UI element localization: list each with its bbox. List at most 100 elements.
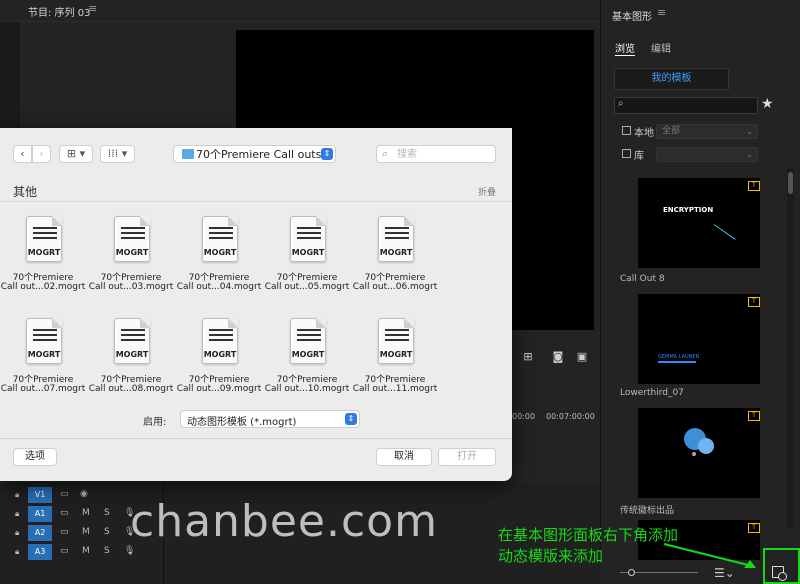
mogrt-file-item[interactable]: MOGRT 70个Premiere Call out...02.mogrt — [0, 216, 87, 308]
eye-icon[interactable]: ◉ — [80, 489, 88, 499]
folder-location-popup[interactable]: 70个Premiere Call outs... ⇕ — [173, 145, 336, 163]
lowerthird-bar — [658, 361, 696, 363]
export-frame-camera-icon[interactable]: ◙ — [551, 350, 565, 363]
list-lines — [297, 227, 321, 243]
group-view-button[interactable]: ⁞⁞⁞ ▾ — [100, 145, 135, 163]
mogrt-file-item[interactable]: MOGRT 70个Premiere Call out...03.mogrt — [87, 216, 175, 308]
sync-lock-icon[interactable]: ▭ — [60, 546, 69, 556]
chevron-down-icon: ⌄ — [746, 127, 753, 136]
file-name-line2: Call out...02.mogrt — [0, 282, 86, 292]
panel-menu-icon[interactable]: ≡ — [657, 6, 666, 19]
file-format-select[interactable]: 动态图形模板 (*.mogrt) ⇕ — [180, 410, 360, 428]
mogrt-file-item[interactable]: MOGRT 70个Premiere Call out...07.mogrt — [0, 318, 87, 410]
section-title: 其他 — [13, 185, 38, 199]
page-fold — [140, 216, 150, 226]
chevron-down-icon: ⌄ — [746, 150, 753, 159]
tab-browse[interactable]: 浏览 — [615, 40, 635, 55]
search-icon: ⌕ — [382, 147, 389, 160]
lock-icon[interactable]: 🔒︎ — [15, 528, 23, 537]
premiere-window: 节目: 序列 03 ≡ ⊞ ◙ ▣ 00:00 00:07:00:00 🔒︎ V… — [0, 0, 800, 584]
mute-button[interactable]: M — [82, 546, 90, 556]
icon-view-button[interactable]: ⊞ ▾ — [59, 145, 93, 163]
sync-lock-icon[interactable]: ▭ — [60, 508, 69, 518]
mogrt-file-icon: MOGRT — [202, 216, 238, 262]
track-name-a3[interactable]: A3 — [28, 544, 52, 560]
options-button[interactable]: 选项 — [13, 448, 57, 466]
dialog-divider — [0, 438, 512, 439]
template-thumbnail[interactable]: T — [638, 408, 760, 498]
compare-icon[interactable]: ▣ — [575, 350, 589, 363]
library-checkbox[interactable] — [622, 149, 631, 158]
mogrt-file-item[interactable]: MOGRT 70个Premiere Call out...11.mogrt — [351, 318, 439, 410]
track-name-v1[interactable]: V1 — [28, 487, 52, 503]
annotation-text: 在基本图形面板右下角添加 动态模版来添加 — [498, 525, 678, 567]
file-name-line2: Call out...03.mogrt — [88, 282, 174, 292]
timeline-ruler: 00:00 00:07:00:00 — [500, 408, 600, 422]
local-dropdown[interactable]: 全部 ⌄ — [656, 124, 758, 139]
doc-type-label: MOGRT — [115, 350, 149, 359]
page-fold — [228, 216, 238, 226]
page-fold — [228, 318, 238, 328]
list-lines — [297, 329, 321, 345]
logo-dot — [692, 452, 696, 456]
essential-graphics-panel: 基本图形 ≡ 浏览 编辑 我的模板 ⌕ ★ 本地 全部 ⌄ 库 ⌄ T ENCRY… — [600, 0, 800, 584]
template-thumbnail[interactable]: T ENCRYPTION — [638, 178, 760, 268]
monitor-controls: ⊞ ◙ ▣ — [515, 346, 600, 370]
panel-search-input[interactable]: ⌕ — [614, 97, 758, 114]
scrollbar-thumb[interactable] — [788, 172, 793, 194]
page-fold — [316, 216, 326, 226]
local-checkbox[interactable] — [622, 126, 631, 135]
mute-button[interactable]: M — [82, 527, 90, 537]
list-lines — [209, 227, 233, 243]
solo-button[interactable]: S — [104, 546, 110, 556]
file-name-line2: Call out...07.mogrt — [0, 384, 86, 394]
sync-lock-icon[interactable]: ▭ — [60, 527, 69, 537]
my-templates-button[interactable]: 我的模板 — [614, 68, 729, 90]
button-editor-icon[interactable]: ⊞ — [521, 350, 535, 363]
watermark: chanbee.com — [130, 496, 438, 547]
track-name-a1[interactable]: A1 — [28, 506, 52, 522]
tab-edit[interactable]: 编辑 — [651, 40, 671, 55]
mogrt-file-icon: MOGRT — [202, 318, 238, 364]
forward-button[interactable]: › — [32, 145, 51, 163]
star-icon[interactable]: ★ — [761, 96, 774, 112]
logo-circle — [698, 438, 714, 454]
program-menu-icon[interactable]: ≡ — [88, 2, 97, 15]
mogrt-file-item[interactable]: MOGRT 70个Premiere Call out...10.mogrt — [263, 318, 351, 410]
mogrt-file-item[interactable]: MOGRT 70个Premiere Call out...06.mogrt — [351, 216, 439, 308]
lock-icon[interactable]: 🔒︎ — [15, 547, 23, 556]
doc-type-label: MOGRT — [27, 248, 61, 257]
scrollbar-track[interactable] — [787, 168, 794, 528]
mogrt-file-item[interactable]: MOGRT 70个Premiere Call out...08.mogrt — [87, 318, 175, 410]
open-button[interactable]: 打开 — [438, 448, 496, 466]
thumbnail-caption: GEMMA LAUNEN — [658, 354, 700, 360]
library-dropdown[interactable]: ⌄ — [656, 147, 758, 162]
page-fold — [404, 318, 414, 328]
search-field[interactable]: ⌕ — [376, 145, 496, 163]
popup-arrows-icon: ⇕ — [321, 148, 333, 160]
mogrt-file-item[interactable]: MOGRT 70个Premiere Call out...09.mogrt — [175, 318, 263, 410]
highlight-box — [763, 548, 800, 584]
mute-button[interactable]: M — [82, 508, 90, 518]
slider-knob[interactable] — [628, 569, 635, 576]
search-input[interactable] — [397, 148, 489, 160]
ruler-timecode: 00:00 — [512, 412, 536, 421]
mogrt-file-item[interactable]: MOGRT 70个Premiere Call out...04.mogrt — [175, 216, 263, 308]
collapse-button[interactable]: 折叠 — [478, 185, 496, 198]
lock-icon[interactable]: 🔒︎ — [15, 509, 23, 518]
template-thumbnail[interactable]: T GEMMA LAUNEN — [638, 294, 760, 384]
sync-lock-icon[interactable]: ▭ — [60, 489, 69, 499]
mogrt-file-item[interactable]: MOGRT 70个Premiere Call out...05.mogrt — [263, 216, 351, 308]
track-name-a2[interactable]: A2 — [28, 525, 52, 541]
lock-icon[interactable]: 🔒︎ — [15, 490, 23, 499]
folder-name: 70个Premiere Call outs... — [196, 148, 332, 161]
text-template-badge-icon: T — [748, 523, 760, 533]
back-button[interactable]: ‹ — [13, 145, 32, 163]
library-label: 库 — [634, 151, 644, 162]
microphone-icon[interactable]: 🎙︎ — [124, 546, 135, 556]
cancel-button[interactable]: 取消 — [376, 448, 432, 466]
file-name-line2: Call out...05.mogrt — [264, 282, 350, 292]
solo-button[interactable]: S — [104, 508, 110, 518]
mogrt-file-icon: MOGRT — [378, 216, 414, 262]
solo-button[interactable]: S — [104, 527, 110, 537]
